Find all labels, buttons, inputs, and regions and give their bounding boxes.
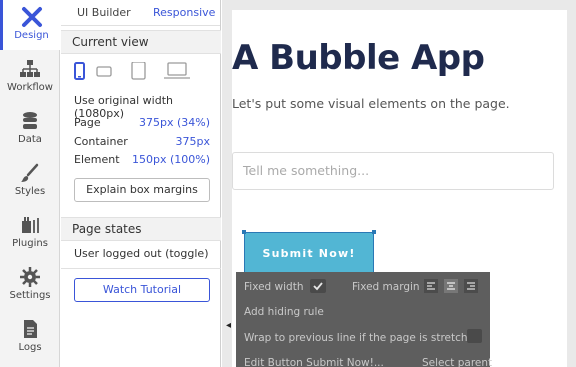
fixed-width-checkbox[interactable] <box>310 279 326 293</box>
fixed-width-label: Fixed width <box>244 281 304 293</box>
nav-label: Plugins <box>12 238 48 249</box>
row-value-container: 375px <box>175 135 211 148</box>
select-parent-link[interactable]: Select parent <box>422 357 492 367</box>
nav-label: Settings <box>9 290 51 301</box>
nav-design[interactable]: Design <box>0 0 60 50</box>
nav-styles[interactable]: Styles <box>0 156 60 206</box>
align-center-icon[interactable] <box>444 279 458 293</box>
data-icon <box>23 112 37 129</box>
phone-icon[interactable] <box>74 62 85 80</box>
styles-icon <box>21 163 39 182</box>
bubble-editor: Design Workflow Data Styles Plugins Sett… <box>0 0 576 367</box>
nav-label: Design <box>14 30 49 41</box>
row-value-page: 375px (34%) <box>138 116 210 129</box>
subtitle-text[interactable]: Let's put some visual elements on the pa… <box>232 96 510 111</box>
tablet-icon[interactable] <box>131 62 146 80</box>
responsive-panel: UI Builder Responsive Current view Use o… <box>61 0 221 367</box>
phone-landscape-icon[interactable] <box>96 66 112 77</box>
wrap-label: Wrap to previous line if the page is str… <box>244 332 481 344</box>
nav-workflow[interactable]: Workflow <box>0 52 60 102</box>
nav-settings[interactable]: Settings <box>0 260 60 310</box>
align-left-icon[interactable] <box>424 279 438 293</box>
row-label-page: Page <box>74 116 101 129</box>
divider <box>61 268 221 269</box>
explain-box-margins-button[interactable]: Explain box margins <box>74 178 210 202</box>
nav-label: Data <box>18 134 42 145</box>
nav-label: Logs <box>18 342 42 353</box>
align-right-icon[interactable] <box>464 279 478 293</box>
text-input-element[interactable]: Tell me something... <box>232 152 554 190</box>
nav-logs[interactable]: Logs <box>0 312 60 362</box>
element-context-menu: Fixed width Fixed margin Add hiding rule… <box>236 272 492 367</box>
page-states-header: Page states <box>61 217 221 241</box>
nav-plugins[interactable]: Plugins <box>0 208 60 258</box>
nav-label: Styles <box>14 186 46 197</box>
nav-label: Workflow <box>7 82 53 93</box>
add-hiding-rule-link[interactable]: Add hiding rule <box>244 306 324 318</box>
nav-data[interactable]: Data <box>0 104 60 154</box>
settings-icon <box>20 267 40 287</box>
panel-tabs: UI Builder Responsive <box>61 0 220 26</box>
arrow-left-icon: ◂ <box>226 320 232 331</box>
fixed-margin-label: Fixed margin <box>352 281 420 293</box>
plugins-icon <box>22 217 39 233</box>
current-view-header: Current view <box>61 30 221 54</box>
submit-button[interactable]: Submit Now! <box>244 232 374 276</box>
resize-handle[interactable] <box>372 230 376 234</box>
workflow-icon <box>20 60 40 77</box>
wrap-checkbox[interactable] <box>467 329 482 343</box>
row-label-container: Container <box>74 135 128 148</box>
row-label-element: Element <box>74 153 120 166</box>
watch-tutorial-button[interactable]: Watch Tutorial <box>74 278 210 302</box>
left-nav: Design Workflow Data Styles Plugins Sett… <box>0 0 60 367</box>
edit-element-link[interactable]: Edit Button Submit Now!... <box>244 357 384 367</box>
laptop-icon[interactable] <box>164 62 190 79</box>
resize-handle[interactable] <box>242 230 246 234</box>
tab-ui-builder[interactable]: UI Builder <box>77 6 131 19</box>
app-title-text[interactable]: A Bubble App <box>232 38 485 78</box>
user-logged-out-toggle[interactable]: User logged out (toggle) <box>74 247 209 260</box>
device-selector <box>74 62 190 80</box>
row-value-element: 150px (100%) <box>131 153 210 166</box>
logs-icon <box>24 320 37 338</box>
tab-responsive[interactable]: Responsive <box>153 6 215 19</box>
design-icon <box>21 7 42 27</box>
check-icon <box>313 282 323 291</box>
